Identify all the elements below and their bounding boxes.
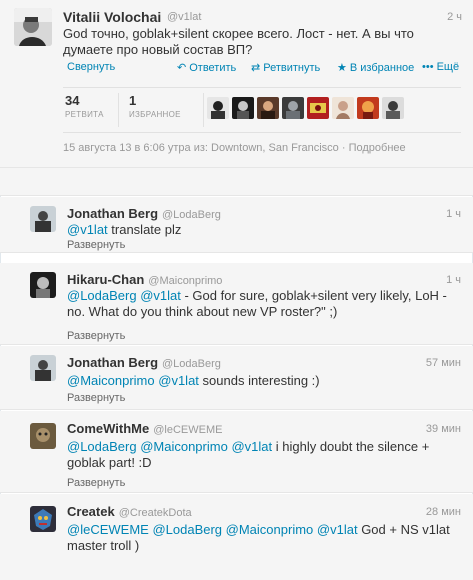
reply-author-name: Hikaru-Chan (67, 272, 145, 287)
retweet-stat-label: РЕТВИТА (65, 110, 104, 119)
collapse-link[interactable]: Свернуть (67, 61, 115, 73)
reply-time[interactable]: 1 ч (446, 208, 461, 220)
mention-link[interactable]: @v1lat (158, 373, 199, 388)
favorite-button[interactable]: ★ В избранное (337, 61, 414, 74)
tweet-stats: 34 РЕТВИТА 1 ИЗБРАННОЕ (63, 87, 461, 133)
reply-author[interactable]: Createk @CreatekDota (67, 504, 192, 519)
author-handle[interactable]: @v1lat (167, 11, 201, 23)
mention-link[interactable]: @v1lat (317, 522, 358, 537)
retweet-count: 34 (65, 93, 80, 108)
reply-author-name: Createk (67, 504, 115, 519)
avatar[interactable] (207, 97, 229, 119)
mention-link[interactable]: @Maiconprimo (67, 373, 155, 388)
reply-time[interactable]: 57 мин (426, 357, 461, 369)
reply-time[interactable]: 39 мин (426, 423, 461, 435)
tweet-text: God точно, goblak+silent скорее всего. Л… (63, 26, 414, 57)
stat-divider (118, 93, 119, 127)
reply-author[interactable]: Jonathan Berg @LodaBerg (67, 355, 221, 370)
expand-link[interactable]: Развернуть (67, 392, 125, 404)
avatar[interactable] (30, 355, 56, 381)
stat-divider (203, 93, 204, 127)
reply-author-handle: @LodaBerg (162, 358, 221, 370)
retweet-button[interactable]: ⇄ Ретвитнуть (251, 61, 320, 74)
tweet-timestamp: 15 августа 13 в 6:06 утра из: Downtown, … (63, 142, 339, 154)
favorite-stat-label: ИЗБРАННОЕ (129, 110, 181, 119)
reply-button[interactable]: ↶ Ответить (177, 61, 236, 74)
avatar[interactable] (257, 97, 279, 119)
avatar[interactable] (232, 97, 254, 119)
reply-tweet[interactable]: Jonathan Berg @LodaBerg 1 ч @v1lat transl… (0, 197, 473, 253)
mention-link[interactable]: @v1lat (231, 439, 272, 454)
mention-link[interactable]: @LodaBerg (152, 522, 222, 537)
reply-body: translate plz (107, 222, 182, 237)
reply-author-name: Jonathan Berg (67, 206, 159, 221)
reply-author-handle: @LodaBerg (162, 209, 221, 221)
tweet-time[interactable]: 2 ч (447, 11, 462, 23)
reply-author-handle: @Maiconprimo (148, 275, 223, 287)
avatar[interactable] (30, 506, 56, 532)
avatar[interactable] (30, 206, 56, 232)
tweet-actions: Свернуть ↶ Ответить ⇄ Ретвитнуть ★ В избран… (63, 61, 463, 75)
reply-body: sounds interesting :) (198, 373, 320, 388)
reply-icon: ↶ (177, 62, 187, 74)
mention-link[interactable]: @Maiconprimo (140, 439, 228, 454)
favorite-stat[interactable]: 1 ИЗБРАННОЕ (129, 93, 181, 119)
reply-author-handle: @leCEWEME (153, 424, 223, 436)
mention-link[interactable]: @v1lat (67, 222, 108, 237)
retweet-label: Ретвитнуть (263, 62, 321, 74)
author-name[interactable]: Vitalii Volochai (63, 9, 161, 25)
avatar[interactable] (30, 272, 56, 298)
avatar[interactable] (357, 97, 379, 119)
reply-author[interactable]: Jonathan Berg @LodaBerg (67, 206, 221, 221)
expand-link[interactable]: Развернуть (67, 330, 125, 342)
more-icon: ••• (422, 61, 434, 73)
reply-text: @v1lat translate plz (67, 222, 462, 238)
avatar[interactable] (307, 97, 329, 119)
avatar[interactable] (382, 97, 404, 119)
reply-author-handle: @CreatekDota (118, 507, 192, 519)
reply-time[interactable]: 1 ч (446, 274, 461, 286)
reply-text: @leCEWEME @LodaBerg @Maiconprimo @v1lat … (67, 522, 462, 554)
favorite-label: В избранное (349, 62, 415, 74)
reply-text: @LodaBerg @v1lat - God for sure, goblak+… (67, 288, 462, 320)
reply-text: @Maiconprimo @v1lat sounds interesting :… (67, 373, 462, 389)
reply-text: @LodaBerg @Maiconprimo @v1lat i highly d… (67, 439, 462, 471)
mention-link[interactable]: @LodaBerg (67, 439, 137, 454)
details-link[interactable]: Подробнее (349, 142, 406, 154)
mention-link[interactable]: @LodaBerg (67, 288, 137, 303)
mention-link[interactable]: @leCEWEME (67, 522, 149, 537)
expand-link[interactable]: Развернуть (67, 239, 125, 251)
replies-separator (0, 168, 473, 196)
reply-tweet[interactable]: Createk @CreatekDota 28 мин @leCEWEME @Lo… (0, 494, 473, 580)
avatar[interactable] (282, 97, 304, 119)
reply-author-name: ComeWithMe (67, 421, 150, 436)
retweet-stat[interactable]: 34 РЕТВИТА (65, 93, 104, 119)
reply-tweet[interactable]: ComeWithMe @leCEWEME 39 мин @LodaBerg @Ma… (0, 411, 473, 493)
meta-separator: · (341, 142, 349, 154)
star-icon: ★ (337, 62, 347, 74)
favorite-count: 1 (129, 93, 137, 108)
reply-tweet[interactable]: Jonathan Berg @LodaBerg 57 мин @Maiconpri… (0, 346, 473, 410)
more-button[interactable]: ••• Ещё (422, 61, 459, 73)
tweet-meta: 15 августа 13 в 6:06 утра из: Downtown, … (63, 142, 406, 154)
mention-link[interactable]: @v1lat (140, 288, 181, 303)
avatar[interactable] (14, 8, 52, 46)
main-tweet: Vitalii Volochai @v1lat 2 ч God точно, g… (0, 0, 473, 168)
more-label: Ещё (436, 61, 460, 73)
expand-link[interactable]: Развернуть (67, 477, 125, 489)
reply-author[interactable]: ComeWithMe @leCEWEME (67, 421, 222, 436)
reply-label: Ответить (189, 62, 237, 74)
mention-link[interactable]: @Maiconprimo (226, 522, 314, 537)
retweet-icon: ⇄ (251, 62, 261, 74)
reply-time[interactable]: 28 мин (426, 506, 461, 518)
reply-tweet[interactable]: Hikaru-Chan @Maiconprimo 1 ч @LodaBerg @v… (0, 263, 473, 345)
reply-author[interactable]: Hikaru-Chan @Maiconprimo (67, 272, 222, 287)
avatar[interactable] (30, 423, 56, 449)
reply-author-name: Jonathan Berg (67, 355, 159, 370)
avatar[interactable] (332, 97, 354, 119)
